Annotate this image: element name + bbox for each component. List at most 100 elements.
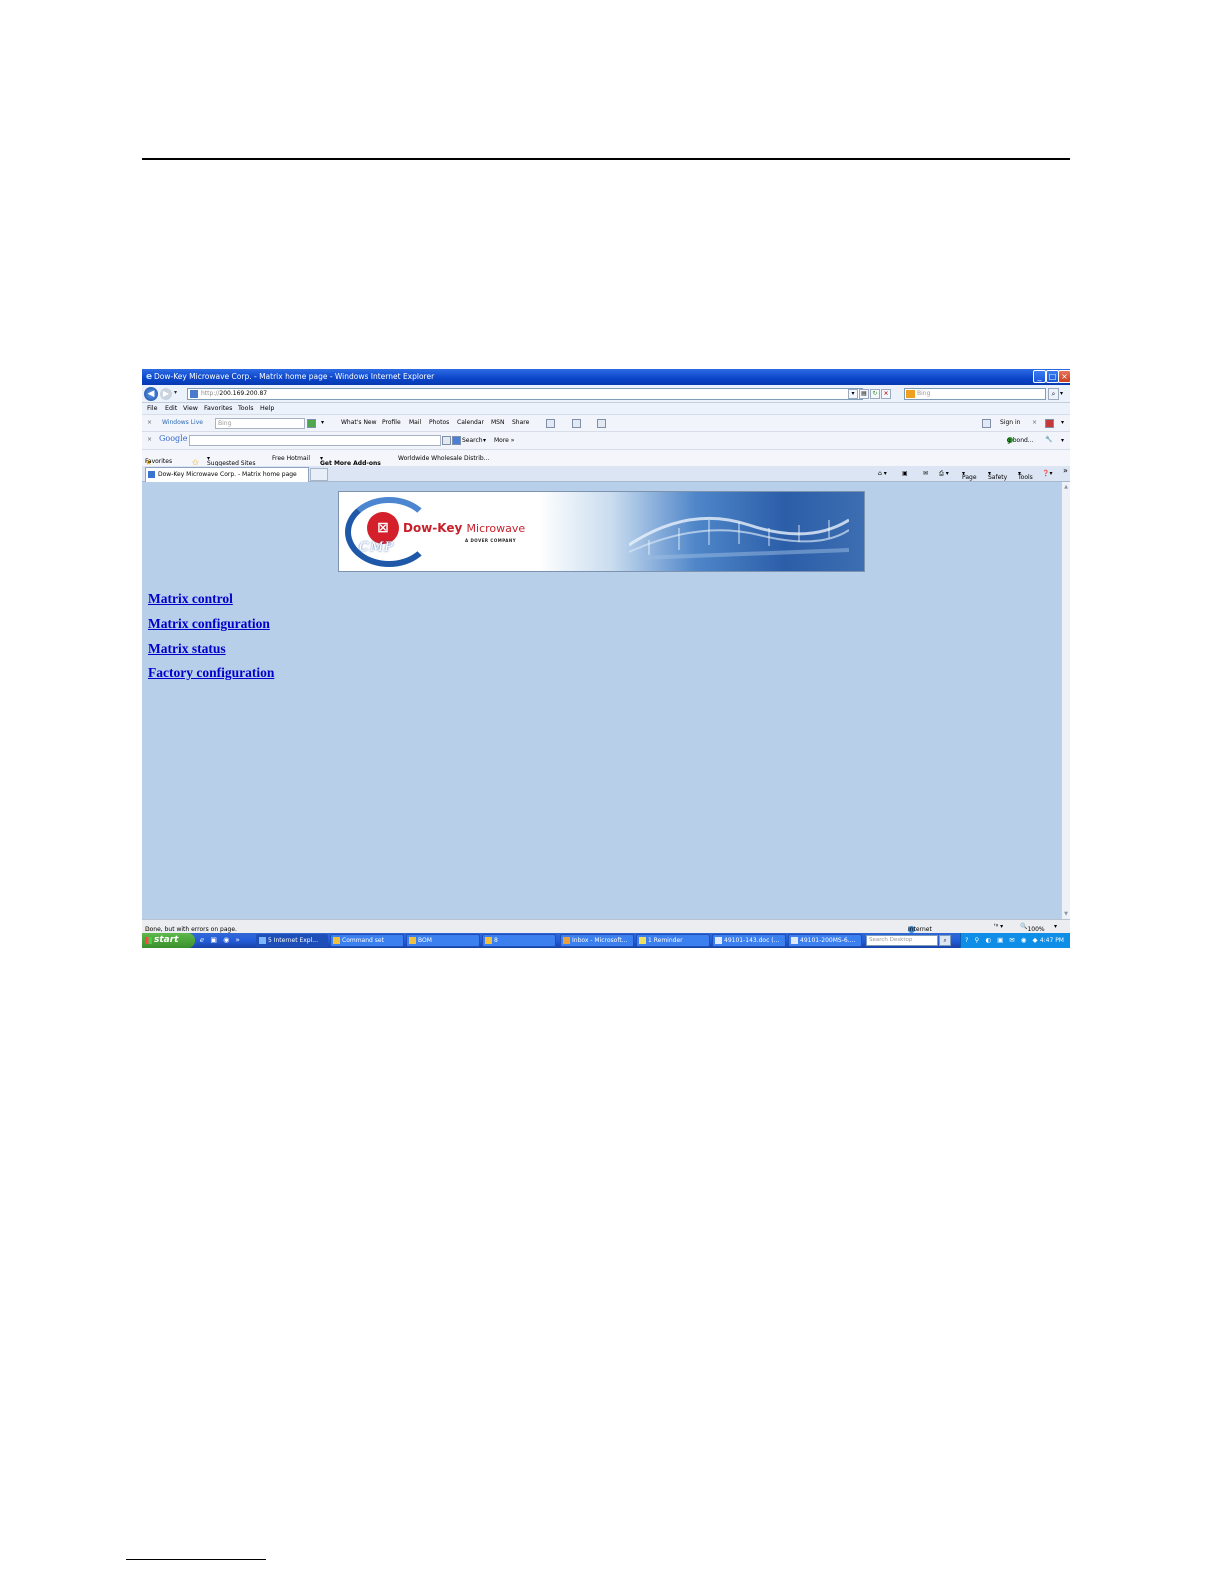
stop-icon[interactable]: × — [881, 389, 891, 399]
google-search-input[interactable] — [189, 435, 441, 446]
taskbar-item-word-doc-2[interactable]: 49101-200MS-6.... — [788, 934, 862, 947]
refresh-icon[interactable]: ↻ — [870, 389, 880, 399]
favorite-get-more-addons[interactable]: Get More Add-ons ▾ — [320, 455, 381, 467]
matrix-control-link[interactable]: Matrix control — [148, 591, 233, 607]
tab-page-icon — [148, 471, 155, 478]
safety-menu[interactable]: Safety ▾ — [988, 470, 1007, 481]
vertical-scrollbar[interactable]: ▲ ▼ — [1061, 482, 1070, 919]
taskbar-item-internet-explorer[interactable]: 5 Internet Expl... — [256, 934, 328, 947]
google-search-button[interactable]: Search — [462, 437, 483, 444]
toolbar-link-share[interactable]: Share — [512, 419, 529, 426]
toolbar-link-profile[interactable]: Profile — [382, 419, 401, 426]
toolbar-link-whats-new[interactable]: What's New — [341, 419, 377, 426]
minimize-button[interactable]: _ — [1033, 370, 1046, 383]
menu-tools[interactable]: Tools — [238, 405, 254, 412]
sign-in-icon[interactable] — [982, 419, 991, 428]
read-mail-icon[interactable]: ✉ — [923, 470, 928, 477]
windows-live-search-input[interactable]: Bing — [215, 418, 305, 429]
windows-live-search-placeholder: Bing — [218, 420, 232, 427]
menu-help[interactable]: Help — [260, 405, 274, 412]
toolbar-link-photos[interactable]: Photos — [429, 419, 449, 426]
print-icon[interactable]: ⎙ ▾ — [939, 470, 949, 478]
page-menu[interactable]: Page ▾ — [962, 470, 977, 481]
menu-edit[interactable]: Edit — [165, 405, 177, 412]
favorite-free-hotmail[interactable]: Free Hotmail — [272, 455, 310, 462]
search-icon[interactable]: ⌕ — [1048, 388, 1059, 400]
chevron-right-icon[interactable]: » — [1063, 466, 1068, 475]
wrench-dropdown[interactable]: ▾ — [1061, 437, 1064, 444]
toolbar-options-dropdown[interactable]: ▾ — [1061, 419, 1064, 426]
tray-icons[interactable]: ? ⚲ ◐ ▣ ✉ ◉ ◆ — [965, 936, 1040, 944]
tab-title: Dow-Key Microwave Corp. - Matrix home pa… — [158, 471, 297, 478]
tab-matrix-home[interactable]: Dow-Key Microwave Corp. - Matrix home pa… — [145, 467, 309, 482]
taskbar-item-bom[interactable]: BOM — [406, 934, 480, 947]
title-bar[interactable]: e Dow-Key Microwave Corp. - Matrix home … — [142, 369, 1070, 385]
search-icon[interactable] — [307, 419, 316, 428]
home-icon[interactable]: ⌂ ▾ — [878, 470, 887, 477]
translate-icon[interactable] — [597, 419, 606, 428]
google-search-icon — [452, 436, 461, 445]
scroll-down-icon[interactable]: ▼ — [1062, 910, 1070, 918]
toolbar-options-icon[interactable] — [1045, 419, 1054, 428]
start-button[interactable]: start — [142, 933, 195, 948]
quick-launch[interactable]: ℯ ▣ ◉ » — [200, 936, 242, 944]
zoom-dropdown[interactable]: ▾ — [1054, 923, 1057, 930]
favorite-suggested-sites[interactable]: Suggested Sites ▾ — [207, 455, 255, 467]
close-toolbar-icon[interactable]: × — [1032, 419, 1037, 426]
recent-pages-dropdown[interactable]: ▾ — [174, 389, 177, 396]
taskbar-item-command-set[interactable]: Command set — [330, 934, 404, 947]
banner-brand: Dow-Key Microwave — [403, 521, 525, 535]
folder-icon — [485, 937, 492, 944]
browser-window: e Dow-Key Microwave Corp. - Matrix home … — [142, 369, 1070, 948]
messenger-icon[interactable] — [572, 419, 581, 428]
factory-configuration-link[interactable]: Factory configuration — [148, 665, 274, 681]
edit-icon[interactable] — [546, 419, 555, 428]
toolbar-link-mail[interactable]: Mail — [409, 419, 421, 426]
close-button[interactable]: × — [1058, 370, 1070, 383]
sign-in-link[interactable]: Sign in — [1000, 419, 1020, 426]
taskbar-item-word-doc-1[interactable]: 49101-143.doc (... — [712, 934, 786, 947]
close-toolbar-icon[interactable]: × — [147, 419, 152, 426]
windows-live-brand[interactable]: Windows Live — [162, 419, 203, 426]
matrix-status-link[interactable]: Matrix status — [148, 641, 226, 657]
compatibility-view-icon[interactable]: ▤ — [859, 389, 869, 399]
favorite-worldwide-wholesale[interactable]: Worldwide Wholesale Distrib... — [398, 455, 489, 462]
clock[interactable]: 4:47 PM — [1040, 937, 1064, 944]
address-dropdown-button[interactable]: ▾ — [848, 389, 858, 399]
zoom-control[interactable]: 🔍 100% — [1020, 923, 1045, 933]
forward-button[interactable]: ▶ — [160, 388, 172, 400]
protected-mode-icon[interactable]: ᶠᵍ ▾ — [994, 923, 1003, 930]
help-icon[interactable]: ❓▾ — [1042, 470, 1052, 477]
address-bar: ◀ ▶ ▾ http://200.169.200.87 ▾ ▤ ↻ × Bing… — [142, 385, 1070, 403]
taskbar-item-8[interactable]: 8 — [482, 934, 556, 947]
google-search-dropdown-arrow[interactable]: ▾ — [483, 437, 486, 444]
matrix-configuration-link[interactable]: Matrix configuration — [148, 616, 270, 632]
document-top-rule — [142, 158, 1070, 160]
toolbar-link-calendar[interactable]: Calendar — [457, 419, 484, 426]
taskbar-item-inbox[interactable]: Inbox - Microsoft... — [560, 934, 634, 947]
system-tray: ? ⚲ ◐ ▣ ✉ ◉ ◆ 4:47 PM — [960, 933, 1070, 948]
new-tab-button[interactable] — [310, 468, 328, 481]
menu-favorites[interactable]: Favorites — [204, 405, 232, 412]
menu-file[interactable]: File — [147, 405, 158, 412]
google-search-dropdown[interactable] — [442, 436, 451, 445]
wrench-icon[interactable]: 🔧 — [1045, 436, 1052, 443]
scroll-up-icon[interactable]: ▲ — [1062, 483, 1070, 491]
security-zone-label: Internet — [908, 926, 932, 933]
back-button[interactable]: ◀ — [144, 387, 158, 401]
search-dropdown[interactable]: ▾ — [321, 419, 324, 426]
bing-search-input[interactable]: Bing — [904, 388, 1046, 400]
zoom-level: 100% — [1027, 926, 1045, 933]
search-desktop-input[interactable]: Search Desktop — [866, 935, 938, 946]
menu-view[interactable]: View — [183, 405, 198, 412]
search-icon[interactable]: ⌕ — [939, 935, 951, 946]
google-more-button[interactable]: More » — [494, 437, 514, 444]
taskbar-item-reminder[interactable]: 1 Reminder — [636, 934, 710, 947]
tools-menu[interactable]: Tools ▾ — [1018, 470, 1033, 481]
close-toolbar-icon[interactable]: × — [147, 436, 152, 443]
toolbar-link-msn[interactable]: MSN — [491, 419, 504, 426]
word-icon — [791, 937, 798, 944]
search-options-dropdown[interactable]: ▾ — [1060, 388, 1069, 400]
url-input[interactable]: http://200.169.200.87 — [187, 388, 863, 400]
feeds-icon[interactable]: ▣ — [902, 470, 908, 477]
